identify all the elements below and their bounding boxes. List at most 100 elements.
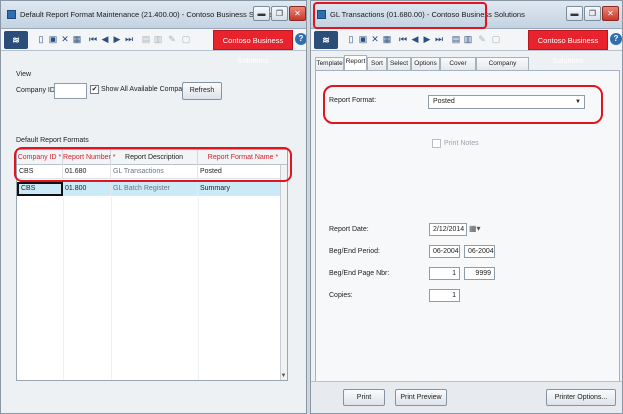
restore-icon[interactable]: ❐: [271, 6, 288, 21]
show-all-label: Show All Available Companies: [101, 86, 196, 93]
app-icon: [317, 10, 326, 19]
previous-icon[interactable]: ◀: [100, 33, 110, 45]
cell-company-id[interactable]: CBS: [17, 165, 63, 179]
last-icon[interactable]: ⏭: [434, 33, 444, 45]
view-icon[interactable]: ▢: [491, 33, 501, 45]
action-bar: Print Print Preview Printer Options...: [311, 381, 622, 413]
calendar-icon[interactable]: ▦▾: [469, 224, 481, 233]
print-preview-button[interactable]: Print Preview: [395, 389, 447, 406]
cell-report-number[interactable]: 01.800: [63, 182, 111, 196]
solomon-logo-icon: ≋: [314, 31, 338, 49]
report-tabs: Template Report Sort Select Options Cove…: [315, 55, 618, 79]
grid-divider: [111, 197, 112, 380]
table-row[interactable]: CBS 01.680 GL Transactions Posted: [17, 165, 287, 179]
tab-sort[interactable]: Sort: [367, 57, 387, 70]
cancel-icon[interactable]: ▦: [382, 33, 392, 45]
brand-badge: Contoso Business Solutions: [528, 30, 608, 65]
first-icon[interactable]: ⏮: [88, 33, 98, 45]
window1-titlebar[interactable]: Default Report Format Maintenance (21.40…: [1, 1, 306, 29]
brand-badge: Contoso Business Solutions: [213, 30, 293, 65]
cell-report-number[interactable]: 01.680: [63, 165, 111, 179]
attach-icon[interactable]: ▥: [153, 33, 163, 45]
printer-options-button[interactable]: Printer Options...: [546, 389, 616, 406]
notes-icon[interactable]: ✎: [477, 33, 487, 45]
cancel-icon[interactable]: ▦: [72, 33, 82, 45]
scroll-down-icon[interactable]: ▼: [280, 372, 287, 380]
print-notes-checkbox[interactable]: [432, 139, 441, 148]
copies-input[interactable]: 1: [429, 289, 460, 302]
solomon-logo-icon: ≋: [4, 31, 28, 49]
delete-icon[interactable]: ✕: [370, 33, 380, 45]
tab-company-selection[interactable]: Company Selection: [476, 57, 529, 79]
tab-report[interactable]: Report: [344, 55, 367, 70]
next-icon[interactable]: ▶: [422, 33, 432, 45]
beg-end-period-label: Beg/End Period:: [329, 248, 380, 255]
tab-template[interactable]: Template: [315, 57, 344, 70]
notes-icon[interactable]: ✎: [167, 33, 177, 45]
beg-period-input[interactable]: 06-2004: [429, 245, 460, 258]
close-icon[interactable]: ✕: [602, 6, 619, 21]
col-company-id[interactable]: Company ID *: [17, 150, 63, 165]
help-icon[interactable]: ?: [610, 33, 622, 45]
tab-select[interactable]: Select: [387, 57, 411, 70]
report-date-input[interactable]: 2/12/2014: [429, 223, 467, 236]
end-page-input[interactable]: 9999: [464, 267, 495, 280]
previous-icon[interactable]: ◀: [410, 33, 420, 45]
show-all-checkbox[interactable]: ✔: [90, 85, 99, 94]
report-format-select[interactable]: Posted ▼: [428, 95, 585, 109]
report-format-maintenance-window: Default Report Format Maintenance (21.40…: [0, 0, 307, 414]
new-icon[interactable]: ▯: [36, 33, 46, 45]
copies-label: Copies:: [329, 292, 353, 299]
help-icon[interactable]: ?: [295, 33, 306, 45]
col-report-description[interactable]: Report Description: [111, 150, 198, 165]
save-icon[interactable]: ▣: [358, 33, 368, 45]
refresh-button[interactable]: Refresh: [182, 82, 222, 100]
print-icon[interactable]: ▤: [141, 33, 151, 45]
col-report-number[interactable]: Report Number *: [63, 150, 116, 165]
gl-transactions-window: GL Transactions (01.680.00) - Contoso Bu…: [310, 0, 623, 414]
beg-end-page-label: Beg/End Page Nbr:: [329, 270, 390, 277]
company-id-input[interactable]: [54, 83, 87, 99]
report-formats-grid: Company ID * Report Number * Report Desc…: [16, 149, 288, 381]
col-report-format-name[interactable]: Report Format Name *: [198, 150, 287, 165]
table-row[interactable]: CBS 01.800 GL Batch Register Summary: [17, 182, 287, 196]
print-button[interactable]: Print: [343, 389, 385, 406]
default-report-formats-label: Default Report Formats: [16, 137, 89, 144]
window2-titlebar[interactable]: GL Transactions (01.680.00) - Contoso Bu…: [311, 1, 622, 29]
report-tab-panel: Report Format: Posted ▼ Print Notes Repo…: [315, 70, 620, 382]
window2-title: GL Transactions (01.680.00) - Contoso Bu…: [330, 10, 525, 19]
attach-icon[interactable]: ▥: [463, 33, 473, 45]
close-icon[interactable]: ✕: [289, 6, 306, 21]
view-icon[interactable]: ▢: [181, 33, 191, 45]
first-icon[interactable]: ⏮: [398, 33, 408, 45]
save-icon[interactable]: ▣: [48, 33, 58, 45]
chevron-down-icon[interactable]: ▼: [575, 96, 581, 108]
beg-page-input[interactable]: 1: [429, 267, 460, 280]
grid-header: Company ID * Report Number * Report Desc…: [17, 150, 287, 165]
window1-title: Default Report Format Maintenance (21.40…: [20, 10, 280, 19]
grid-divider: [198, 197, 199, 380]
print-icon[interactable]: ▤: [451, 33, 461, 45]
company-id-label: Company ID:: [16, 87, 57, 94]
next-icon[interactable]: ▶: [112, 33, 122, 45]
cell-report-format-name[interactable]: Summary: [198, 182, 287, 196]
cell-report-format-name[interactable]: Posted: [198, 165, 287, 179]
grid-scrollbar[interactable]: ▼: [280, 165, 287, 380]
grid-divider: [63, 197, 64, 380]
tab-cover-page[interactable]: Cover Page: [440, 57, 476, 79]
window2-toolbar: ≋ ▯ ▣ ✕ ▦ ⏮ ◀ ▶ ⏭ ▤ ▥ ✎ ▢ Contoso Busine…: [311, 29, 622, 65]
new-icon[interactable]: ▯: [346, 33, 356, 45]
cell-company-id[interactable]: CBS: [17, 182, 63, 196]
delete-icon[interactable]: ✕: [60, 33, 70, 45]
restore-icon[interactable]: ❐: [584, 6, 601, 21]
cell-report-description: GL Transactions: [111, 165, 198, 179]
last-icon[interactable]: ⏭: [124, 33, 134, 45]
tab-options[interactable]: Options: [411, 57, 440, 70]
app-icon: [7, 10, 16, 19]
minimize-icon[interactable]: ▬: [253, 6, 270, 21]
end-period-input[interactable]: 06-2004: [464, 245, 495, 258]
minimize-icon[interactable]: ▬: [566, 6, 583, 21]
print-notes-label: Print Notes: [444, 140, 479, 147]
view-label: View: [16, 71, 32, 78]
report-date-label: Report Date:: [329, 226, 369, 233]
